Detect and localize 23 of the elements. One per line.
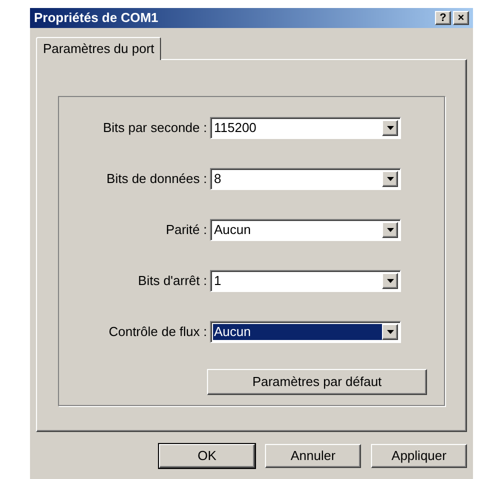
field-label: Bits d'arrêt : [137,272,208,290]
dropdown-value: Aucun [213,324,382,340]
dialog-button[interactable]: OK [159,444,255,468]
dropdown[interactable]: Aucun [210,321,401,343]
dropdown[interactable]: 8 [210,168,401,190]
dropdown-value: 1 [213,273,222,289]
dropdown[interactable]: Aucun [210,219,401,241]
window-title: Propriétés de COM1 [34,9,158,28]
dropdown-value: 115200 [213,120,258,136]
tab[interactable]: Paramètres du port [36,37,162,60]
dropdown-value: Aucun [213,222,252,238]
field-label: Bits de données : [106,170,208,188]
close-button[interactable]: × [453,11,469,25]
dropdown-value: 8 [213,171,222,187]
field-label: Contrôle de flux : [108,323,208,342]
default-settings-button[interactable]: Paramètres par défaut [207,369,427,395]
dropdown[interactable]: 115200 [210,117,401,139]
help-button[interactable]: ? [435,11,451,25]
field-label: Parité : [164,221,208,240]
field-label: Bits par seconde : [102,119,208,138]
dropdown[interactable]: 1 [210,270,401,292]
dialog-button[interactable]: Appliquer [371,444,467,468]
dialog-button[interactable]: Annuler [265,444,361,468]
